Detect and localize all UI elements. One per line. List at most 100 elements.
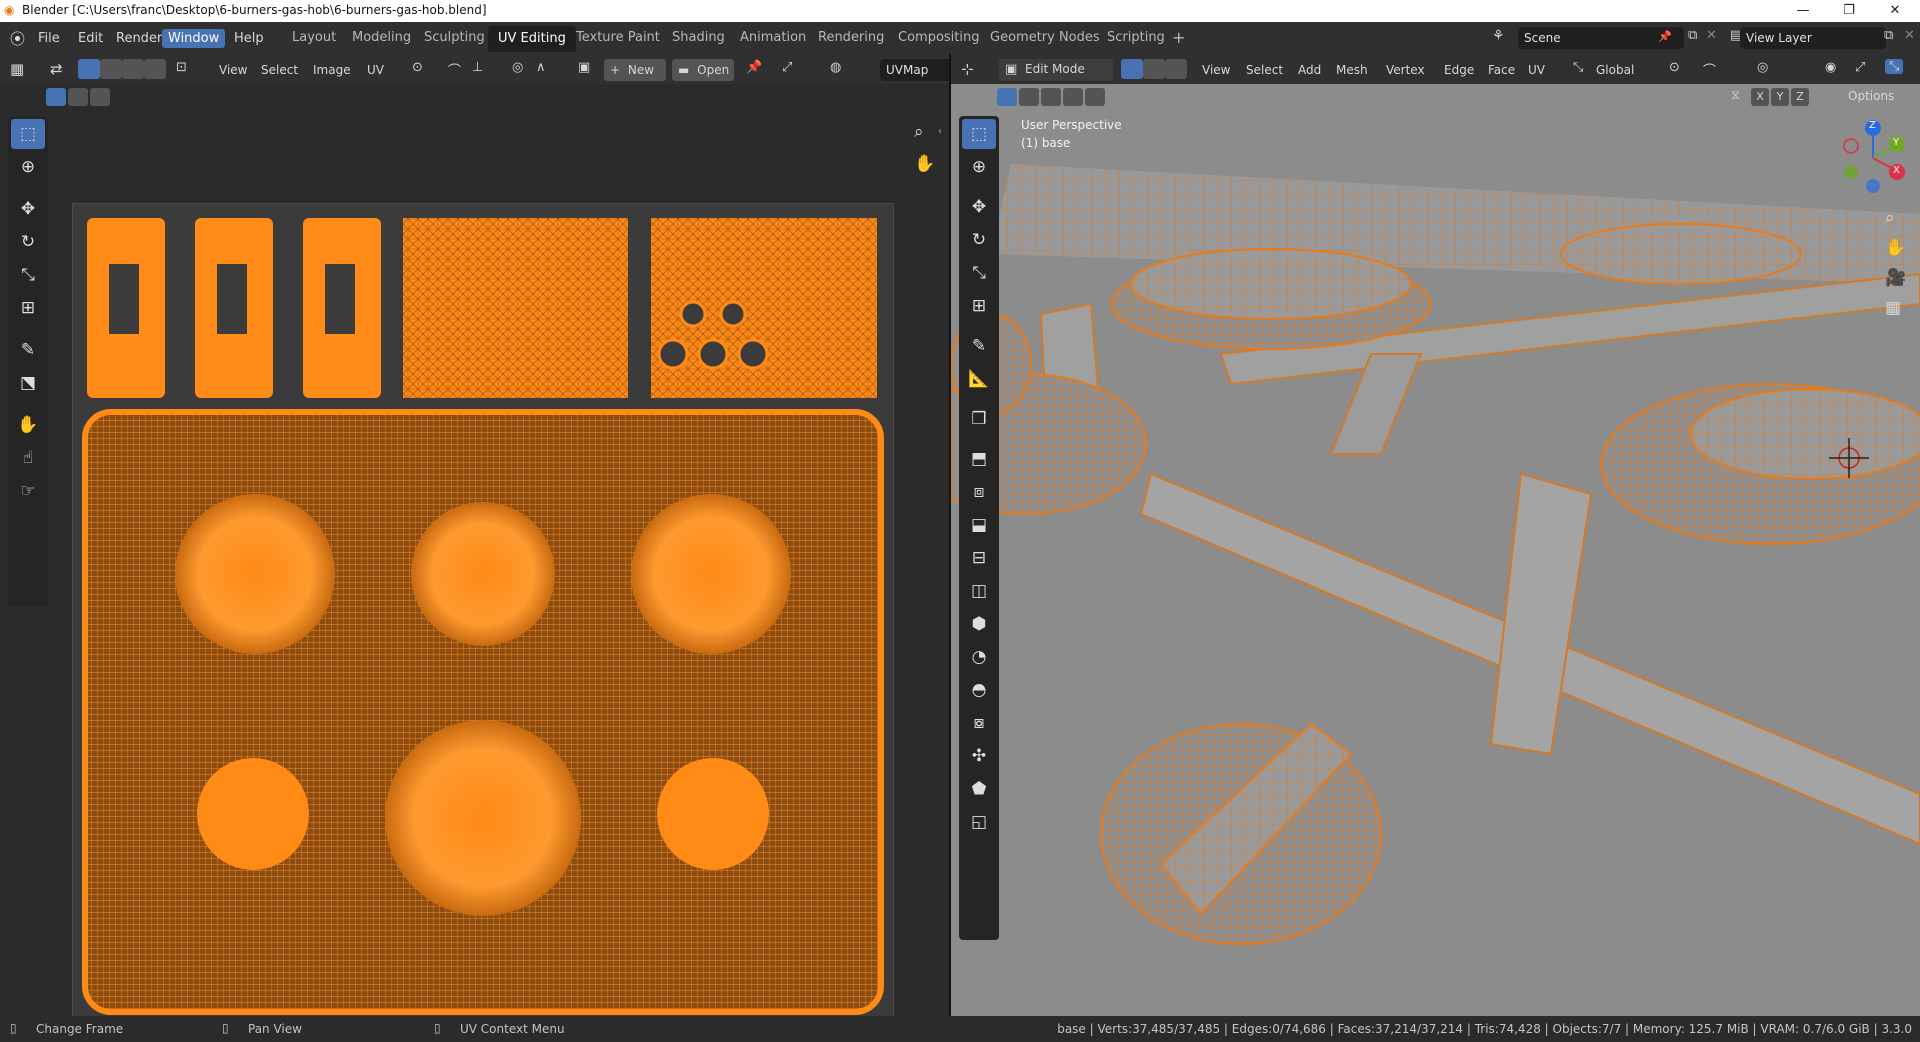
loop-cut-icon[interactable]: ⊟ — [962, 543, 996, 573]
select-box-icon[interactable]: ⬚ — [11, 119, 45, 149]
spin-icon[interactable]: ◔ — [962, 642, 996, 672]
tab-animation[interactable]: Animation — [740, 30, 806, 45]
select-set-subtract[interactable] — [1041, 88, 1061, 106]
menu-edit[interactable]: Edit — [72, 29, 109, 48]
mode-selector[interactable]: ▣ Edit Mode — [999, 59, 1113, 81]
uv-menu-image[interactable]: Image — [308, 60, 356, 80]
bevel-icon[interactable]: ⬓ — [962, 510, 996, 540]
sticky-selection-icon[interactable]: ⊡ — [176, 60, 187, 75]
select-set-new[interactable] — [46, 88, 66, 106]
pinch-icon[interactable]: ☞ — [11, 476, 45, 506]
sidebar-toggle-icon[interactable]: ‹ — [938, 126, 942, 137]
editor-type-icon[interactable]: ▦ — [10, 60, 24, 78]
cursor-icon[interactable]: ⊕ — [962, 152, 996, 182]
close-icon[interactable]: ✕ — [1872, 0, 1918, 22]
overlay-icon[interactable]: ◍ — [830, 60, 841, 75]
scene-icon[interactable]: ⚘ — [1492, 28, 1505, 44]
menu-edge[interactable]: Edge — [1439, 60, 1479, 80]
new-view-layer-icon[interactable]: ⧉ — [1884, 28, 1893, 43]
uv-editor[interactable]: ▦ ⇄ ⊡ View Select Image UV ⊙ ⌒ ⊥ ◎ ∧ ▣ +… — [0, 54, 952, 1025]
uv-menu-uv[interactable]: UV — [362, 60, 389, 80]
open-image-button[interactable]: ▬ Open — [672, 59, 734, 81]
orientation-selector[interactable]: Global — [1591, 60, 1639, 80]
viewport-3d[interactable]: ⊹ ▣ Edit Mode View Select Add Mesh Verte… — [951, 54, 1920, 1016]
pivot-icon[interactable]: ⊙ — [412, 60, 423, 75]
view-layer-selector[interactable]: View Layer — [1740, 27, 1886, 49]
tab-modeling[interactable]: Modeling — [352, 30, 411, 45]
menu-window[interactable]: Window — [162, 29, 226, 48]
tab-sculpting[interactable]: Sculpting — [424, 30, 485, 45]
poly-build-icon[interactable]: ⬢ — [962, 609, 996, 639]
tab-rendering[interactable]: Rendering — [818, 30, 884, 45]
move-icon[interactable]: ✥ — [11, 194, 45, 224]
scale-icon[interactable]: ⤡ — [11, 260, 45, 290]
grid-icon[interactable]: ▦ — [1885, 298, 1901, 318]
add-workspace-icon[interactable]: + — [1172, 28, 1185, 47]
new-image-button[interactable]: + New — [604, 59, 666, 81]
zoom-icon[interactable]: ⌕ — [914, 122, 924, 142]
scale-icon[interactable]: ⤡ — [962, 258, 996, 288]
pivot-icon[interactable]: ⊙ — [1669, 60, 1680, 75]
image-browse-icon[interactable]: ▣ — [578, 60, 590, 75]
rotate-icon[interactable]: ↻ — [11, 227, 45, 257]
hand-icon[interactable]: ✋ — [1885, 238, 1906, 258]
options-button[interactable]: Options — [1843, 86, 1899, 106]
minimize-icon[interactable]: — — [1780, 0, 1826, 22]
tab-uv-editing[interactable]: UV Editing — [488, 26, 576, 52]
edge-mode-button[interactable] — [1143, 59, 1165, 79]
island-select-mode[interactable] — [144, 59, 166, 79]
shrink-icon[interactable]: ⧇ — [962, 708, 996, 738]
tab-texture-paint[interactable]: Texture Paint — [576, 30, 660, 45]
inset-icon[interactable]: ⧈ — [962, 477, 996, 507]
camera-icon[interactable]: 🎥 — [1885, 268, 1906, 288]
area-divider[interactable] — [949, 54, 951, 1016]
relax-icon[interactable]: ☝ — [11, 443, 45, 473]
extrude-icon[interactable]: ⬒ — [962, 444, 996, 474]
proportional-edit-icon[interactable]: ◎ — [1757, 60, 1768, 75]
select-set-new[interactable] — [997, 88, 1017, 106]
transform-icon[interactable]: ⊞ — [962, 291, 996, 321]
menu-uv[interactable]: UV — [1523, 60, 1550, 80]
face-select-mode[interactable] — [122, 59, 144, 79]
proportional-edit-icon[interactable]: ◎ — [512, 60, 523, 75]
tab-shading[interactable]: Shading — [672, 30, 725, 45]
grab-icon[interactable]: ✋ — [11, 410, 45, 440]
uvmap-selector[interactable]: UVMap — [880, 59, 952, 81]
new-scene-icon[interactable]: ⧉ — [1688, 28, 1697, 43]
annotate-icon[interactable]: ✎ — [962, 331, 996, 361]
face-mode-button[interactable] — [1165, 59, 1187, 79]
pin-icon[interactable]: 📌 — [1658, 30, 1672, 43]
gizmo-icon[interactable]: ⤢ — [1855, 60, 1865, 75]
mirror-z-button[interactable]: Z — [1791, 88, 1809, 106]
tab-compositing[interactable]: Compositing — [898, 30, 980, 45]
snap-target-icon[interactable]: ⊥ — [472, 60, 483, 75]
delete-view-layer-icon[interactable]: ✕ — [1904, 28, 1915, 43]
gizmo-icon[interactable]: ⤢ — [782, 60, 792, 75]
menu-view[interactable]: View — [1197, 60, 1235, 80]
knife-icon[interactable]: ◫ — [962, 576, 996, 606]
menu-vertex[interactable]: Vertex — [1381, 60, 1430, 80]
move-icon[interactable]: ✥ — [962, 192, 996, 222]
menu-select[interactable]: Select — [1241, 60, 1288, 80]
select-set-extend[interactable] — [1019, 88, 1039, 106]
mirror-y-button[interactable]: Y — [1771, 88, 1789, 106]
select-set-intersect[interactable] — [1085, 88, 1105, 106]
smooth-icon[interactable]: ◓ — [962, 675, 996, 705]
uv-menu-select[interactable]: Select — [256, 60, 303, 80]
menu-file[interactable]: File — [32, 29, 66, 48]
navigation-gizmo[interactable]: Z Y X — [1831, 118, 1915, 198]
select-set-subtract[interactable] — [90, 88, 110, 106]
rip-icon[interactable]: ⬟ — [962, 774, 996, 804]
mirror-x-button[interactable]: X — [1751, 88, 1769, 106]
snap-icon[interactable]: ⌒ — [1703, 60, 1716, 79]
delete-scene-icon[interactable]: ✕ — [1706, 28, 1717, 43]
select-set-difference[interactable] — [1063, 88, 1083, 106]
tab-geometry-nodes[interactable]: Geometry Nodes — [990, 30, 1100, 45]
sync-selection-icon[interactable]: ⇄ — [50, 60, 63, 78]
zoom-icon[interactable]: ⌕ — [1885, 208, 1895, 228]
menu-help[interactable]: Help — [228, 29, 270, 48]
menu-mesh[interactable]: Mesh — [1331, 60, 1373, 80]
select-box-icon[interactable]: ⬚ — [962, 119, 996, 149]
annotate-icon[interactable]: ✎ — [11, 335, 45, 365]
visibility-icon[interactable]: ◉ — [1825, 60, 1836, 75]
